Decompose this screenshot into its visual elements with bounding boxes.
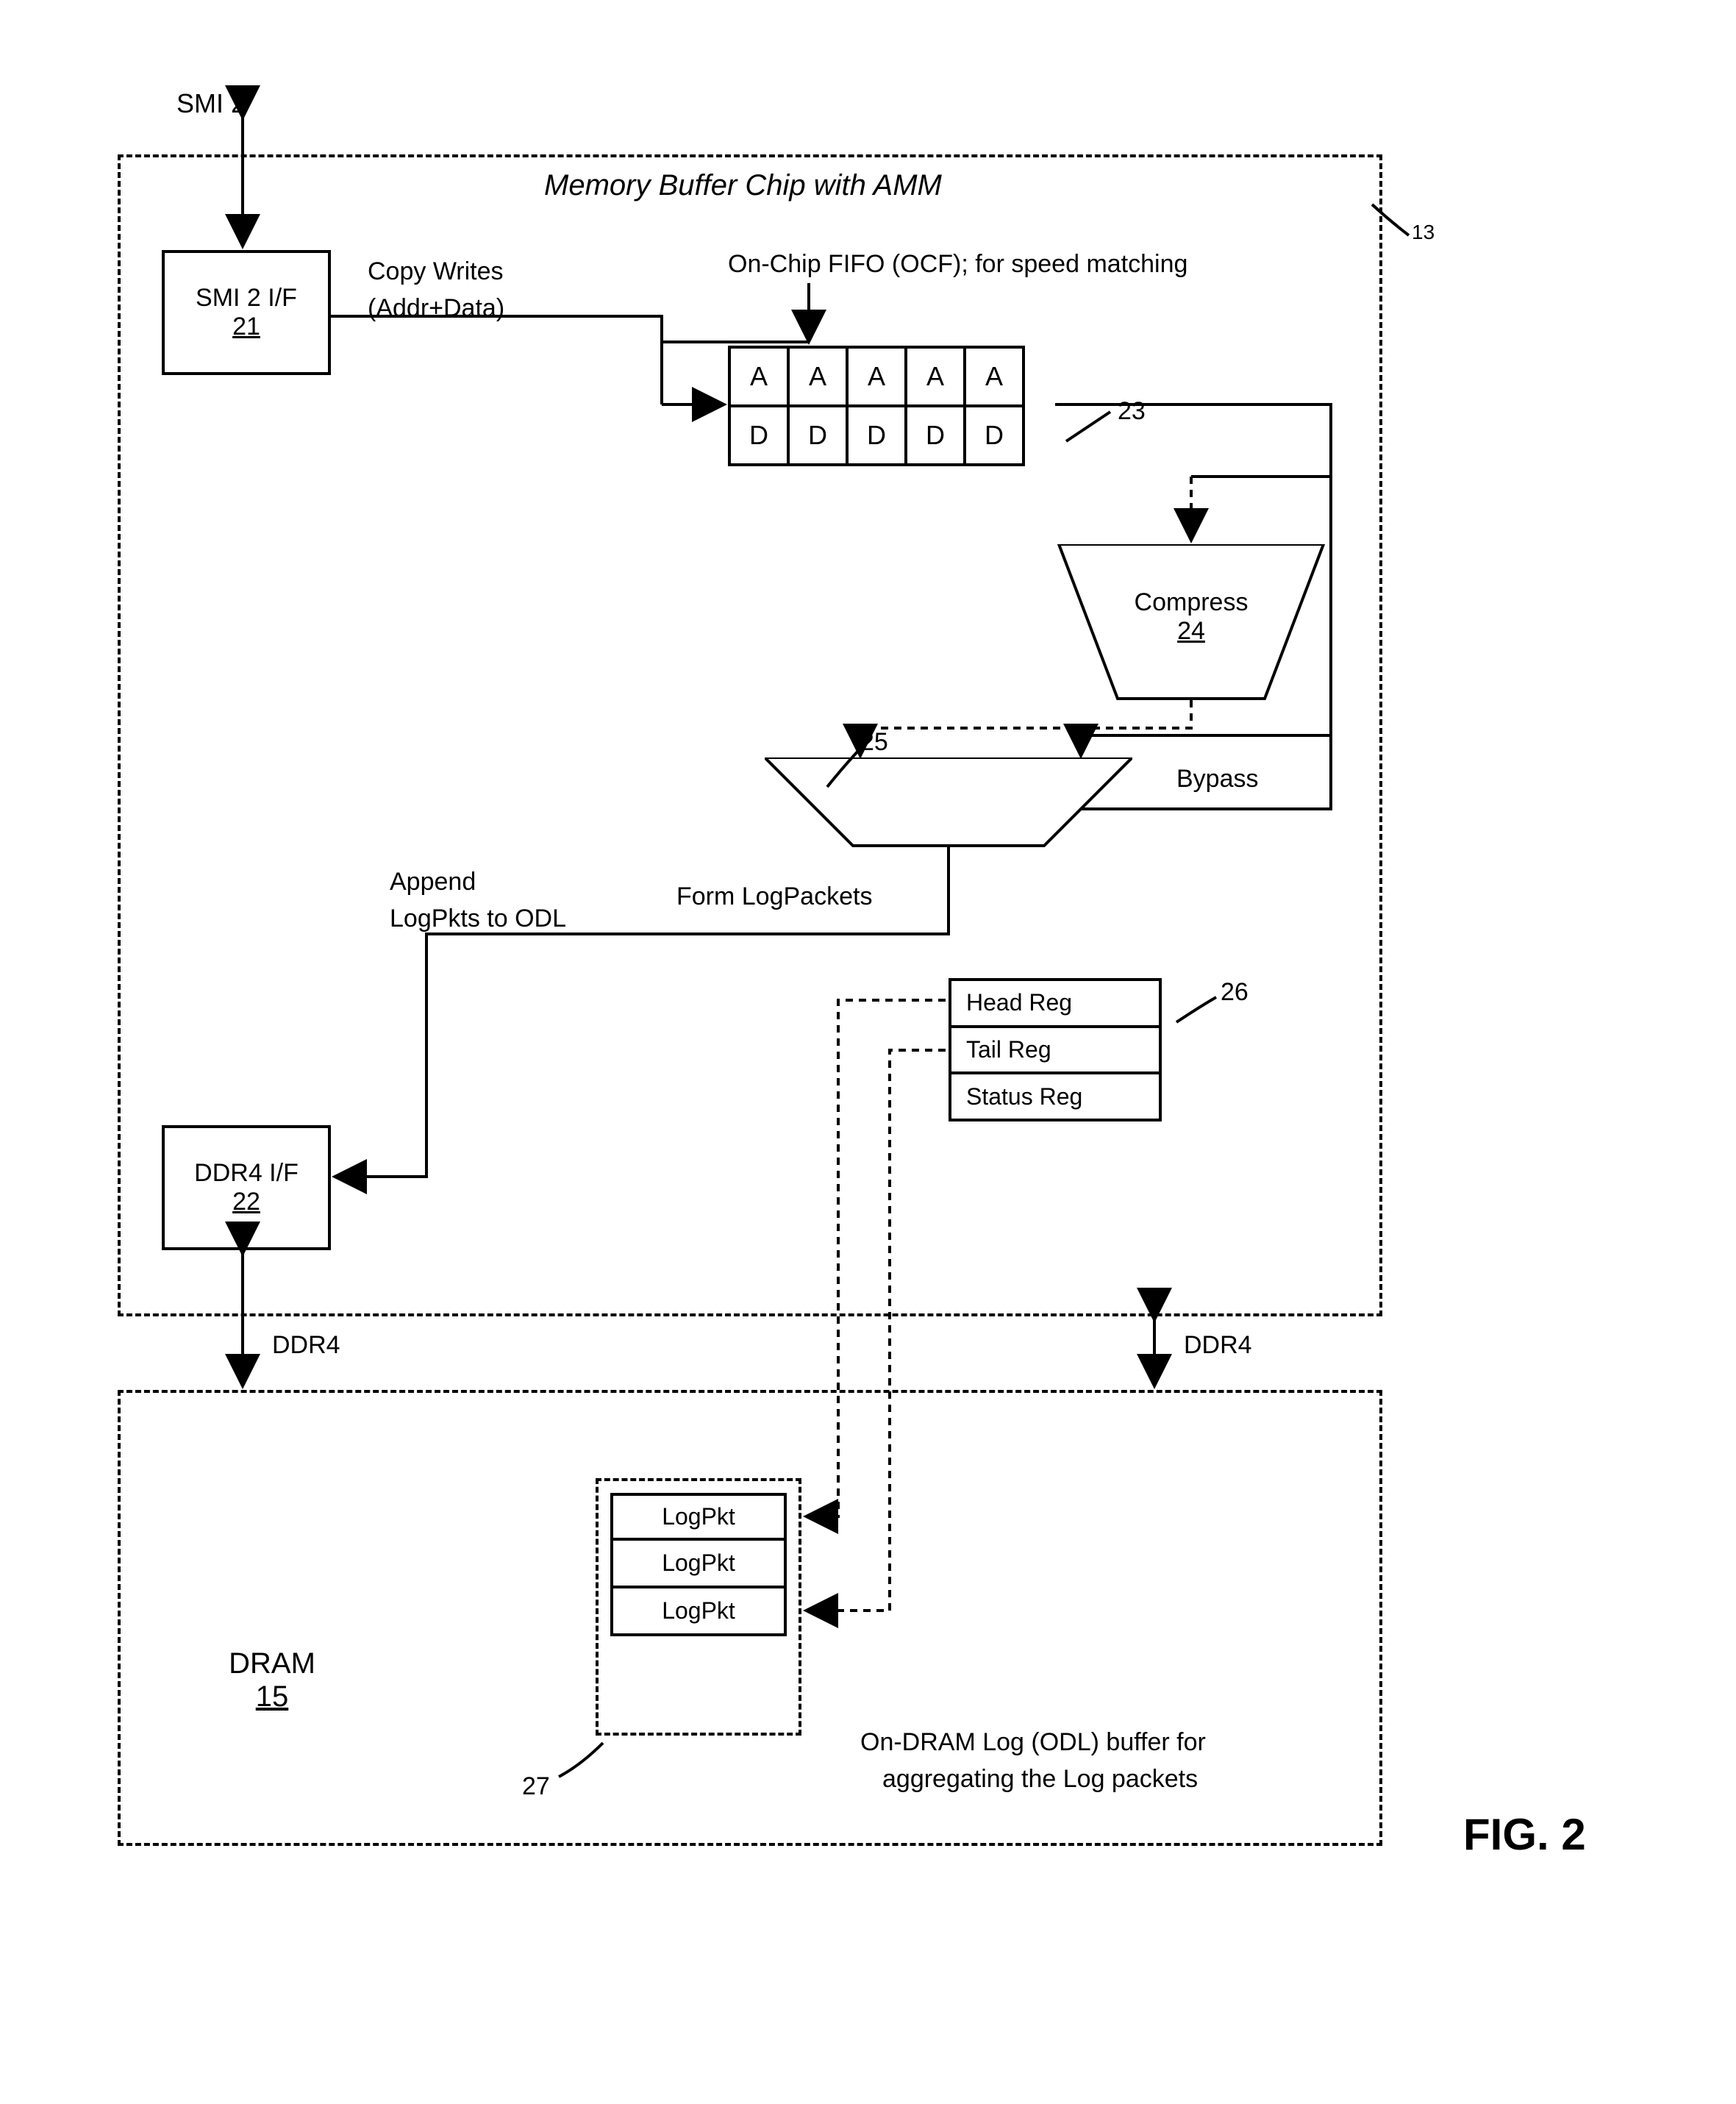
logpkt-0: LogPkt bbox=[610, 1493, 787, 1541]
tail-reg: Tail Reg bbox=[951, 1028, 1159, 1075]
odl-ref: 27 bbox=[522, 1772, 550, 1801]
append-l1: Append bbox=[390, 868, 476, 896]
regs-ref: 26 bbox=[1221, 978, 1249, 1007]
bypass-label: Bypass bbox=[1176, 765, 1259, 794]
logpkt-2: LogPkt bbox=[610, 1588, 787, 1636]
fifo-d-0: D bbox=[729, 406, 788, 465]
compress-label: Compress 24 bbox=[1118, 588, 1265, 646]
fifo-a-2: A bbox=[847, 347, 906, 406]
figure-label: FIG. 2 bbox=[1463, 1809, 1586, 1860]
copy-writes-l1: Copy Writes bbox=[368, 257, 504, 286]
odl-desc-l1: On-DRAM Log (ODL) buffer for bbox=[860, 1728, 1206, 1757]
compress-ref: 24 bbox=[1177, 617, 1205, 646]
mux-ref: 25 bbox=[860, 728, 888, 757]
chip-ref: 13 bbox=[1412, 221, 1435, 244]
smi2-external-label: SMI 2 bbox=[176, 88, 246, 119]
ddr4-right-label: DDR4 bbox=[1184, 1331, 1252, 1360]
copy-writes-l2: (Addr+Data) bbox=[368, 294, 504, 323]
fifo-d-4: D bbox=[965, 406, 1024, 465]
mux-trapezoid bbox=[765, 757, 1132, 853]
ddr4-left-label: DDR4 bbox=[272, 1331, 340, 1360]
dram-ref: 15 bbox=[256, 1680, 289, 1713]
smi2-if-ref: 21 bbox=[232, 313, 260, 341]
odl-desc-l2: aggregating the Log packets bbox=[882, 1765, 1198, 1794]
ddr4-if-box: DDR4 I/F 22 bbox=[162, 1125, 331, 1250]
logpkt-1: LogPkt bbox=[610, 1541, 787, 1588]
diagram-canvas: Memory Buffer Chip with AMM 13 SMI 2 SMI… bbox=[29, 29, 1707, 2075]
fifo-a-3: A bbox=[906, 347, 965, 406]
smi2-if-box: SMI 2 I/F 21 bbox=[162, 250, 331, 375]
chip-title: Memory Buffer Chip with AMM bbox=[544, 169, 942, 202]
compress-name: Compress bbox=[1135, 588, 1249, 617]
fifo-a-4: A bbox=[965, 347, 1024, 406]
regs-box: Head Reg Tail Reg Status Reg bbox=[949, 978, 1162, 1121]
dram-name: DRAM bbox=[229, 1647, 315, 1680]
ddr4-if-name: DDR4 I/F bbox=[194, 1159, 299, 1188]
ddr4-if-ref: 22 bbox=[232, 1188, 260, 1216]
fifo-table: A A A A A D D D D D bbox=[728, 346, 1025, 466]
fifo-d-3: D bbox=[906, 406, 965, 465]
fifo-a-0: A bbox=[729, 347, 788, 406]
status-reg: Status Reg bbox=[951, 1074, 1159, 1119]
append-l2: LogPkts to ODL bbox=[390, 905, 566, 933]
fifo-d-2: D bbox=[847, 406, 906, 465]
ocf-ref: 23 bbox=[1118, 397, 1146, 426]
fifo-d-1: D bbox=[788, 406, 847, 465]
dram-label: DRAM 15 bbox=[199, 1647, 346, 1713]
ocf-label: On-Chip FIFO (OCF); for speed matching bbox=[728, 250, 1187, 279]
head-reg: Head Reg bbox=[951, 981, 1159, 1028]
fifo-a-1: A bbox=[788, 347, 847, 406]
form-logpackets: Form LogPackets bbox=[676, 882, 872, 911]
smi2-if-name: SMI 2 I/F bbox=[196, 284, 297, 313]
